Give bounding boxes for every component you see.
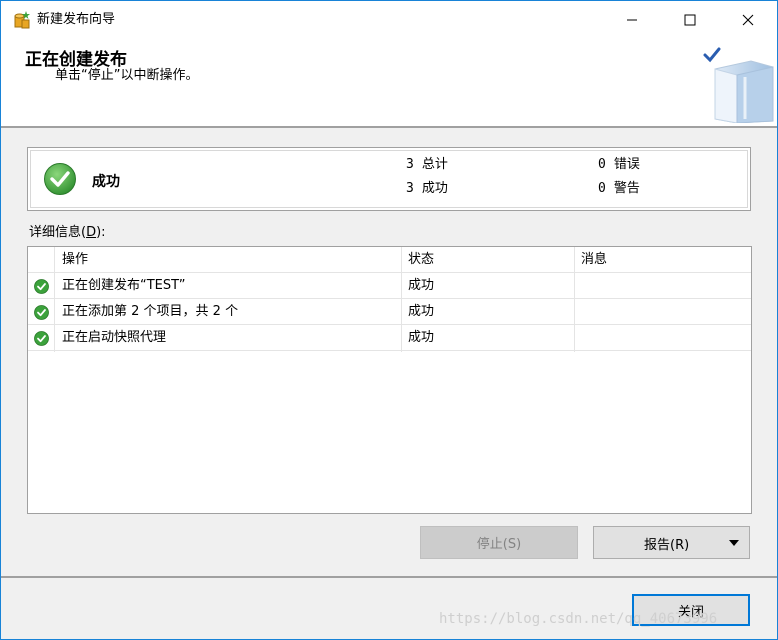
- row-action: 正在创建发布“TEST”: [62, 278, 186, 293]
- row-status: 成功: [408, 278, 435, 293]
- wizard-window: 新建发布向导 正在创建发布 单击“停止”以中断操作。 成功 3 总计 3 成功 …: [0, 0, 778, 640]
- report-dropdown-button[interactable]: 报告(R): [593, 526, 750, 559]
- row-message: [581, 325, 751, 351]
- row-action: 正在启动快照代理: [62, 330, 167, 345]
- details-grid[interactable]: 操作 状态 消息 正在创建发布“TEST” 成功 正在添加第 2 个项目，共 2…: [27, 246, 752, 514]
- success-check-icon: [34, 305, 49, 320]
- overall-status: 成功: [92, 174, 120, 190]
- wizard-header: 正在创建发布 单击“停止”以中断操作。: [1, 39, 777, 127]
- close-icon: [742, 14, 754, 26]
- column-header-status[interactable]: 状态: [408, 247, 568, 273]
- window-title: 新建发布向导: [37, 12, 116, 27]
- minimize-button[interactable]: [603, 1, 661, 39]
- report-button-label: 报告(R): [644, 538, 690, 553]
- maximize-icon: [684, 14, 696, 26]
- table-row[interactable]: 正在添加第 2 个项目，共 2 个 成功: [28, 299, 751, 325]
- watermark-text: https://blog.csdn.net/qq_40673996: [439, 611, 718, 627]
- footer-separator: [1, 576, 777, 578]
- success-check-icon: [44, 163, 76, 195]
- book-checkmark-icon: [703, 47, 774, 123]
- minimize-icon: [627, 19, 637, 21]
- success-check-icon: [34, 331, 49, 346]
- row-message: [581, 299, 751, 325]
- stat-errors: 0 错误: [598, 157, 640, 172]
- row-message: [581, 273, 751, 299]
- stat-success: 3 成功: [406, 181, 448, 196]
- close-window-button[interactable]: [719, 1, 777, 39]
- column-divider[interactable]: [574, 247, 575, 352]
- success-check-icon: [34, 279, 49, 294]
- stat-total: 3 总计: [406, 157, 448, 172]
- row-status: 成功: [408, 330, 435, 345]
- row-status: 成功: [408, 304, 435, 319]
- table-row[interactable]: 正在启动快照代理 成功: [28, 325, 751, 351]
- table-row[interactable]: 正在创建发布“TEST” 成功: [28, 273, 751, 299]
- column-header-action[interactable]: 操作: [62, 247, 402, 273]
- maximize-button[interactable]: [661, 1, 719, 39]
- row-action: 正在添加第 2 个项目，共 2 个: [62, 304, 239, 319]
- publication-wizard-icon: [14, 11, 30, 29]
- column-divider: [54, 247, 55, 352]
- summary-panel: 成功 3 总计 3 成功 0 错误 0 警告: [27, 147, 751, 211]
- header-separator: [1, 126, 777, 128]
- stat-warnings: 0 警告: [598, 181, 640, 196]
- column-header-message[interactable]: 消息: [581, 247, 751, 273]
- column-divider[interactable]: [401, 247, 402, 352]
- page-subtitle: 单击“停止”以中断操作。: [55, 68, 199, 83]
- grid-header: 操作 状态 消息: [28, 247, 751, 273]
- stop-button[interactable]: 停止(S): [420, 526, 578, 559]
- details-label: 详细信息(D):: [29, 225, 106, 240]
- title-bar[interactable]: 新建发布向导: [1, 1, 777, 39]
- dropdown-arrow-icon[interactable]: [729, 540, 739, 546]
